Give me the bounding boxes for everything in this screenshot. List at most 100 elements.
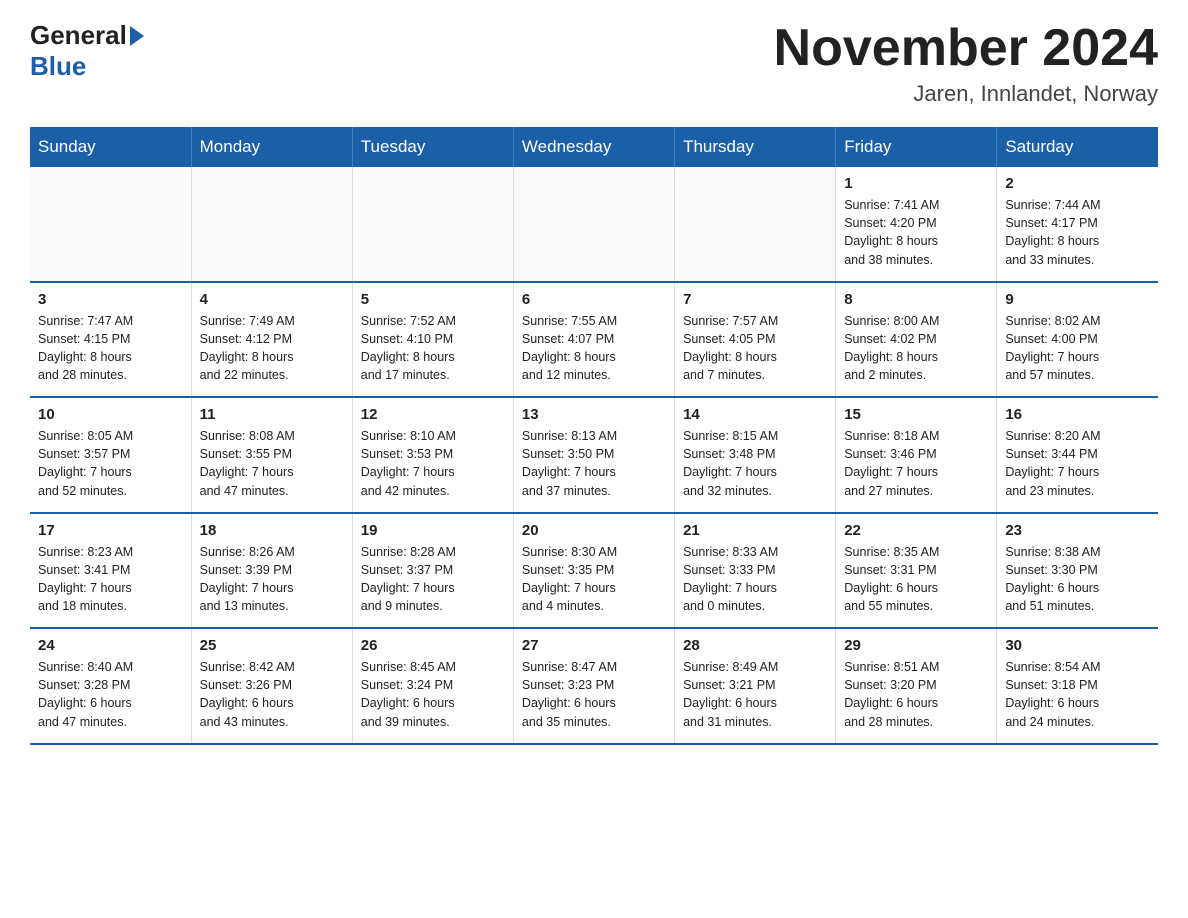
day-info: Sunrise: 7:44 AM Sunset: 4:17 PM Dayligh… [1005, 196, 1150, 269]
day-number: 26 [361, 637, 505, 654]
week-row-4: 17Sunrise: 8:23 AM Sunset: 3:41 PM Dayli… [30, 513, 1158, 629]
day-number: 3 [38, 291, 183, 308]
day-info: Sunrise: 8:33 AM Sunset: 3:33 PM Dayligh… [683, 543, 827, 616]
calendar-cell: 15 Sunrise: 8:18 AM Sunset: 3:46 PM Dayli… [836, 397, 997, 513]
day-info: Sunrise: 8:15 AM Sunset: 3:48 PM Dayligh… [683, 427, 827, 500]
day-info: Sunrise: 8:49 AM Sunset: 3:21 PM Dayligh… [683, 658, 827, 731]
calendar-cell [352, 167, 513, 282]
week-row-2: 3 Sunrise: 7:47 AM Sunset: 4:15 PM Daylig… [30, 282, 1158, 398]
day-info: Sunrise: 8:26 AM Sunset: 3:39 PM Dayligh… [200, 543, 344, 616]
day-info: Sunrise: 8:05 AM Sunset: 3:57 PM Dayligh… [38, 427, 183, 500]
calendar-cell: 28 Sunrise: 8:49 AM Sunset: 3:21 PM Dayli… [675, 628, 836, 744]
day-info: Sunrise: 8:18 AM Sunset: 3:46 PM Dayligh… [844, 427, 988, 500]
day-info: Sunrise: 8:10 AM Sunset: 3:53 PM Dayligh… [361, 427, 505, 500]
calendar-cell [513, 167, 674, 282]
day-number: 21 [683, 522, 827, 539]
calendar-cell: 26 Sunrise: 8:45 AM Sunset: 3:24 PM Dayli… [352, 628, 513, 744]
day-info: Sunrise: 8:20 AM Sunset: 3:44 PM Dayligh… [1005, 427, 1150, 500]
location: Jaren, Innlandet, Norway [774, 81, 1158, 107]
day-number: 1 [844, 175, 988, 192]
calendar-cell [675, 167, 836, 282]
calendar-cell: 24Sunrise: 8:40 AM Sunset: 3:28 PM Dayli… [30, 628, 191, 744]
day-info: Sunrise: 8:51 AM Sunset: 3:20 PM Dayligh… [844, 658, 988, 731]
day-number: 13 [522, 406, 666, 423]
day-info: Sunrise: 7:47 AM Sunset: 4:15 PM Dayligh… [38, 312, 183, 385]
calendar-cell: 3 Sunrise: 7:47 AM Sunset: 4:15 PM Daylig… [30, 282, 191, 398]
month-title: November 2024 [774, 20, 1158, 77]
page-header: General Blue November 2024 Jaren, Innlan… [30, 20, 1158, 107]
header-right: November 2024 Jaren, Innlandet, Norway [774, 20, 1158, 107]
day-number: 10 [38, 406, 183, 423]
day-info: Sunrise: 8:08 AM Sunset: 3:55 PM Dayligh… [200, 427, 344, 500]
calendar-cell: 30 Sunrise: 8:54 AM Sunset: 3:18 PM Dayli… [997, 628, 1158, 744]
calendar-cell: 29 Sunrise: 8:51 AM Sunset: 3:20 PM Dayli… [836, 628, 997, 744]
day-info: Sunrise: 8:02 AM Sunset: 4:00 PM Dayligh… [1005, 312, 1150, 385]
day-number: 4 [200, 291, 344, 308]
day-number: 28 [683, 637, 827, 654]
day-number: 14 [683, 406, 827, 423]
day-number: 20 [522, 522, 666, 539]
calendar-cell: 20 Sunrise: 8:30 AM Sunset: 3:35 PM Dayli… [513, 513, 674, 629]
calendar-cell: 8 Sunrise: 8:00 AM Sunset: 4:02 PM Daylig… [836, 282, 997, 398]
logo-triangle-icon [130, 26, 144, 46]
calendar-cell: 9Sunrise: 8:02 AM Sunset: 4:00 PM Daylig… [997, 282, 1158, 398]
day-info: Sunrise: 8:00 AM Sunset: 4:02 PM Dayligh… [844, 312, 988, 385]
day-number: 12 [361, 406, 505, 423]
calendar-cell: 5Sunrise: 7:52 AM Sunset: 4:10 PM Daylig… [352, 282, 513, 398]
weekday-header-wednesday: Wednesday [513, 127, 674, 167]
weekday-header-row: SundayMondayTuesdayWednesdayThursdayFrid… [30, 127, 1158, 167]
week-row-1: 1 Sunrise: 7:41 AM Sunset: 4:20 PM Daylig… [30, 167, 1158, 282]
logo: General Blue [30, 20, 147, 82]
day-number: 5 [361, 291, 505, 308]
day-info: Sunrise: 8:54 AM Sunset: 3:18 PM Dayligh… [1005, 658, 1150, 731]
day-number: 8 [844, 291, 988, 308]
day-info: Sunrise: 8:47 AM Sunset: 3:23 PM Dayligh… [522, 658, 666, 731]
day-number: 30 [1005, 637, 1150, 654]
day-number: 29 [844, 637, 988, 654]
day-info: Sunrise: 8:45 AM Sunset: 3:24 PM Dayligh… [361, 658, 505, 731]
day-info: Sunrise: 8:30 AM Sunset: 3:35 PM Dayligh… [522, 543, 666, 616]
day-number: 19 [361, 522, 505, 539]
day-number: 17 [38, 522, 183, 539]
calendar-cell: 16 Sunrise: 8:20 AM Sunset: 3:44 PM Dayli… [997, 397, 1158, 513]
day-info: Sunrise: 7:55 AM Sunset: 4:07 PM Dayligh… [522, 312, 666, 385]
day-number: 18 [200, 522, 344, 539]
day-number: 7 [683, 291, 827, 308]
week-row-3: 10 Sunrise: 8:05 AM Sunset: 3:57 PM Dayli… [30, 397, 1158, 513]
calendar-cell: 14 Sunrise: 8:15 AM Sunset: 3:48 PM Dayli… [675, 397, 836, 513]
day-info: Sunrise: 8:40 AM Sunset: 3:28 PM Dayligh… [38, 658, 183, 731]
day-info: Sunrise: 7:41 AM Sunset: 4:20 PM Dayligh… [844, 196, 988, 269]
day-number: 2 [1005, 175, 1150, 192]
calendar-cell [191, 167, 352, 282]
calendar-cell: 6Sunrise: 7:55 AM Sunset: 4:07 PM Daylig… [513, 282, 674, 398]
day-info: Sunrise: 8:38 AM Sunset: 3:30 PM Dayligh… [1005, 543, 1150, 616]
weekday-header-friday: Friday [836, 127, 997, 167]
day-number: 22 [844, 522, 988, 539]
calendar-cell: 1 Sunrise: 7:41 AM Sunset: 4:20 PM Daylig… [836, 167, 997, 282]
logo-blue-text: Blue [30, 51, 86, 82]
calendar-cell: 10 Sunrise: 8:05 AM Sunset: 3:57 PM Dayli… [30, 397, 191, 513]
weekday-header-monday: Monday [191, 127, 352, 167]
day-number: 16 [1005, 406, 1150, 423]
day-number: 23 [1005, 522, 1150, 539]
calendar-cell: 17Sunrise: 8:23 AM Sunset: 3:41 PM Dayli… [30, 513, 191, 629]
day-info: Sunrise: 8:13 AM Sunset: 3:50 PM Dayligh… [522, 427, 666, 500]
weekday-header-saturday: Saturday [997, 127, 1158, 167]
calendar-cell: 18 Sunrise: 8:26 AM Sunset: 3:39 PM Dayli… [191, 513, 352, 629]
calendar-table: SundayMondayTuesdayWednesdayThursdayFrid… [30, 127, 1158, 745]
calendar-cell [30, 167, 191, 282]
week-row-5: 24Sunrise: 8:40 AM Sunset: 3:28 PM Dayli… [30, 628, 1158, 744]
day-number: 25 [200, 637, 344, 654]
weekday-header-tuesday: Tuesday [352, 127, 513, 167]
calendar-cell: 27 Sunrise: 8:47 AM Sunset: 3:23 PM Dayli… [513, 628, 674, 744]
day-number: 15 [844, 406, 988, 423]
calendar-cell: 22 Sunrise: 8:35 AM Sunset: 3:31 PM Dayli… [836, 513, 997, 629]
calendar-cell: 4 Sunrise: 7:49 AM Sunset: 4:12 PM Daylig… [191, 282, 352, 398]
weekday-header-thursday: Thursday [675, 127, 836, 167]
calendar-cell: 21 Sunrise: 8:33 AM Sunset: 3:33 PM Dayli… [675, 513, 836, 629]
calendar-cell: 23 Sunrise: 8:38 AM Sunset: 3:30 PM Dayli… [997, 513, 1158, 629]
day-info: Sunrise: 8:35 AM Sunset: 3:31 PM Dayligh… [844, 543, 988, 616]
day-number: 27 [522, 637, 666, 654]
day-info: Sunrise: 8:28 AM Sunset: 3:37 PM Dayligh… [361, 543, 505, 616]
day-info: Sunrise: 7:49 AM Sunset: 4:12 PM Dayligh… [200, 312, 344, 385]
